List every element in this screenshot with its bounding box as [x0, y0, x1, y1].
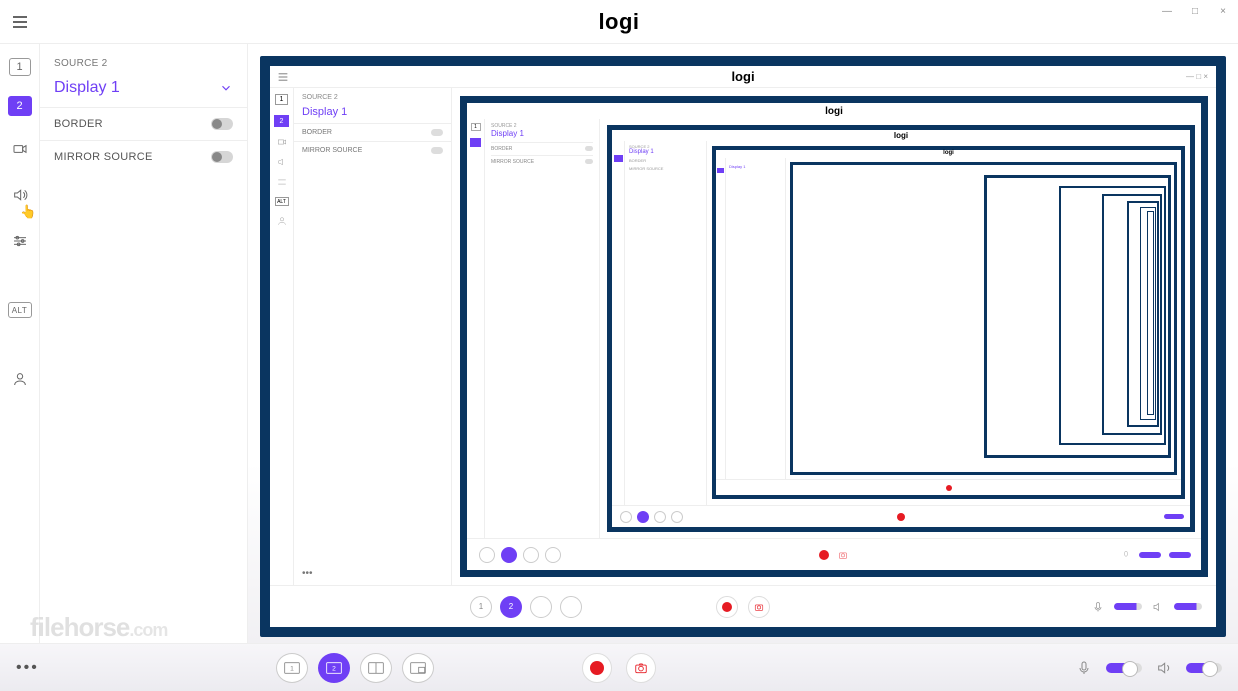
app-logo: logi [598, 9, 639, 35]
scene-button-1[interactable]: 1 [276, 653, 308, 683]
microphone-icon[interactable] [1076, 660, 1092, 676]
display-preview: logi — □ × 1 2 ALT SOURCE 2 Display 1 BO… [260, 56, 1226, 637]
record-icon [590, 661, 604, 675]
screenshot-button[interactable] [626, 653, 656, 683]
svg-text:1: 1 [290, 665, 294, 672]
border-toggle[interactable] [211, 118, 233, 130]
speaker-output-icon[interactable] [1156, 660, 1172, 676]
user-icon[interactable] [5, 366, 35, 392]
source-panel: SOURCE 2 Display 1 BORDER MIRROR SOURCE [40, 44, 248, 643]
source-name-dropdown[interactable]: Display 1 [40, 75, 247, 107]
speaker-slider[interactable] [1186, 663, 1222, 673]
alt-button[interactable]: ALT [8, 302, 32, 318]
more-menu-button[interactable]: ••• [16, 659, 46, 677]
close-button[interactable]: × [1214, 4, 1232, 18]
camera-icon[interactable] [5, 136, 35, 162]
title-bar: logi — □ × [0, 0, 1238, 44]
border-label: BORDER [54, 118, 103, 130]
svg-text:2: 2 [332, 665, 336, 672]
scene-button-2[interactable]: 2 [318, 653, 350, 683]
mirror-label: MIRROR SOURCE [54, 151, 153, 163]
left-rail: 1 2 ALT [0, 44, 40, 643]
maximize-button[interactable]: □ [1186, 4, 1204, 18]
preview-area: logi — □ × 1 2 ALT SOURCE 2 Display 1 BO… [248, 44, 1238, 643]
scene-buttons: 1 2 [276, 653, 434, 683]
center-controls [582, 653, 656, 683]
source-name-label: Display 1 [54, 79, 120, 97]
border-option: BORDER [40, 107, 247, 140]
speaker-icon[interactable] [5, 182, 35, 208]
watermark: filehorse.com [30, 612, 167, 643]
mirror-toggle[interactable] [211, 151, 233, 163]
settings-sliders-icon[interactable] [5, 228, 35, 254]
audio-controls [1076, 660, 1222, 676]
microphone-slider[interactable] [1106, 663, 1142, 673]
scene-button-3[interactable] [360, 653, 392, 683]
record-button[interactable] [582, 653, 612, 683]
mirror-option: MIRROR SOURCE [40, 140, 247, 173]
chevron-down-icon [219, 81, 233, 95]
scene-button-4[interactable] [402, 653, 434, 683]
window-controls: — □ × [1158, 4, 1232, 18]
scene-1-button[interactable]: 1 [9, 58, 31, 76]
menu-button[interactable] [0, 0, 40, 44]
scene-2-button[interactable]: 2 [8, 96, 32, 116]
camera-shutter-icon [633, 661, 649, 675]
bottom-bar: ••• 1 2 [0, 643, 1238, 691]
minimize-button[interactable]: — [1158, 4, 1176, 18]
source-header: SOURCE 2 [40, 58, 247, 75]
